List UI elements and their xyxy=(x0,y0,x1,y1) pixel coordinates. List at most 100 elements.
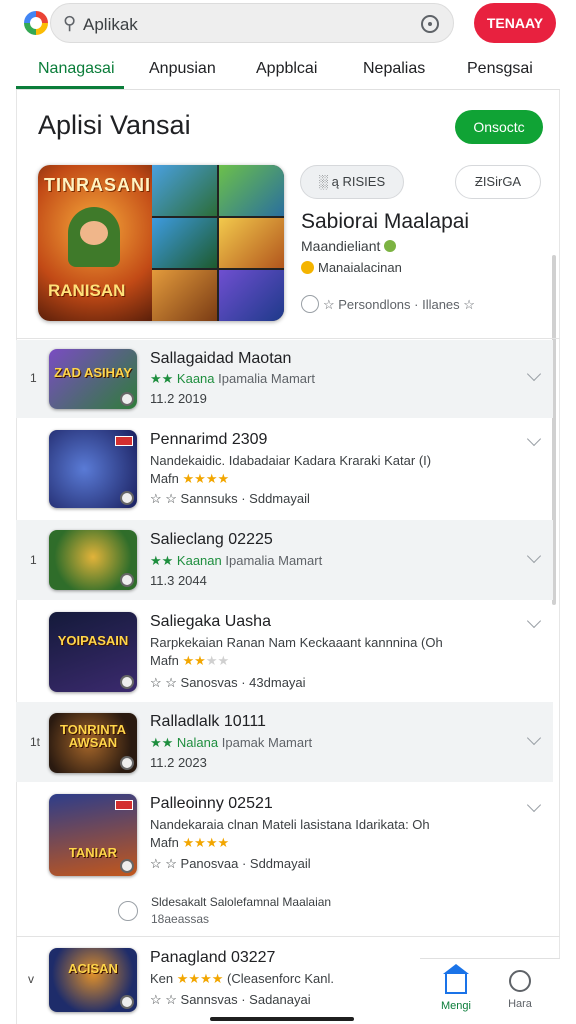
home-indicator[interactable] xyxy=(210,1017,354,1021)
install-button[interactable]: TENAAY xyxy=(474,3,556,43)
star-rating-icon: ★★★★ xyxy=(182,471,230,486)
badge-icon xyxy=(120,392,134,406)
featured-app-subtitle: Maandieliant xyxy=(301,238,397,254)
filter-chip-isirga[interactable]: ƵISirGA xyxy=(455,165,541,199)
chevron-down-icon[interactable] xyxy=(526,366,542,382)
tab-0[interactable]: Nanagasai xyxy=(38,60,115,78)
app-date: 11.2 2023 xyxy=(150,755,207,770)
app-thumbnail: ACISAN xyxy=(49,948,137,1012)
rank-number: v xyxy=(28,972,34,986)
featured-developer-text: Manaialacinan xyxy=(318,260,402,275)
app-title: Panagland 03227 xyxy=(150,949,276,966)
list-item[interactable]: 1 Salieclang 02225 ★★ Kaanan Ipamalia Ma… xyxy=(16,520,553,600)
app-stars: Mafn ★★★★ xyxy=(150,653,229,669)
screenshot-tile xyxy=(219,217,284,269)
app-meta: ☆ ☆ Sanosvas · 43dmayai xyxy=(150,675,306,690)
badge-icon xyxy=(120,675,134,689)
featured-developer: Manaialacinan xyxy=(301,260,402,275)
app-thumbnail: TONRINTA AWSAN xyxy=(49,713,137,773)
list-item[interactable]: TANIAR Palleoinny 02521 Nandekaraia clna… xyxy=(16,784,553,884)
rating-badge: ★★ Nalana xyxy=(150,735,219,750)
app-category: Ipamalia Mamart xyxy=(225,553,323,568)
app-title: Ralladlalk 10111 xyxy=(150,713,266,730)
list-item[interactable]: 1t TONRINTA AWSAN Ralladlalk 10111 ★★ Na… xyxy=(16,702,553,782)
app-stars: Ken ★★★★ (Cleasenforc Kanl. xyxy=(150,971,334,987)
tab-1[interactable]: Anpusian xyxy=(149,60,216,78)
app-date: 11.3 2044 xyxy=(150,573,207,588)
chevron-down-icon[interactable] xyxy=(526,431,542,447)
rating-badge: ★★ Kaana xyxy=(150,371,215,386)
featured-meta-text: ☆ Persondlons · Illanes ☆ xyxy=(323,297,475,312)
primary-action-button[interactable]: Onsoctc xyxy=(455,110,543,144)
app-category: (Cleasenforc Kanl. xyxy=(227,971,334,986)
screenshot-tile xyxy=(152,217,217,269)
select-radio[interactable] xyxy=(118,901,138,921)
rank-number: 1 xyxy=(30,371,37,385)
app-title: Saliegaka Uasha xyxy=(150,613,271,630)
screenshot-grid xyxy=(152,165,284,321)
page-title: Aplisi Vansai xyxy=(38,110,191,140)
app-category: Ipamak Mamart xyxy=(221,735,313,750)
flag-icon xyxy=(115,436,133,446)
star-rating-icon: ★★★★ xyxy=(176,971,224,986)
featured-banner-image[interactable]: TINRASANI RANISAN xyxy=(38,165,284,321)
badge-icon xyxy=(120,756,134,770)
filter-chip-risies[interactable]: ░ ą RISIES xyxy=(300,165,404,199)
badge-icon xyxy=(120,491,134,505)
google-logo-icon[interactable] xyxy=(24,11,48,35)
nav-other[interactable]: Hara xyxy=(490,968,550,1010)
thumbnail-art-text: ZAD ASIHAY xyxy=(54,364,132,380)
nav-home-label: Mengi xyxy=(441,1000,471,1012)
hero-character-illustration xyxy=(68,207,120,267)
circle-icon xyxy=(509,970,531,992)
thumbnail-art-text: ACISAN xyxy=(68,961,118,977)
tab-2[interactable]: Appblcai xyxy=(256,60,317,78)
featured-art-subtitle: RANISAN xyxy=(48,281,126,300)
app-thumbnail: TANIAR xyxy=(49,794,137,876)
stars-label: Mafn xyxy=(150,471,179,486)
top-bar: ⚲ Aplikak TENAAY xyxy=(0,0,576,48)
stars-label: Mafn xyxy=(150,653,179,668)
tab-3[interactable]: Nepalias xyxy=(363,60,425,78)
app-short-label: Ken xyxy=(150,971,174,986)
featured-app-title[interactable]: Sabiorai Maalapai xyxy=(301,210,469,234)
chevron-down-icon[interactable] xyxy=(526,613,542,629)
app-title: Salieclang 02225 xyxy=(150,531,273,548)
rating-badge: ★★ Kaanan xyxy=(150,553,222,568)
app-meta: ☆ ☆ Panosvaa · Sddmayail xyxy=(150,856,311,871)
screenshot-tile xyxy=(219,165,284,216)
load-more-subtitle: 18aeassas xyxy=(151,912,210,926)
app-meta: ☆ ☆ Sannsvas · Sadanayai xyxy=(150,992,311,1007)
app-title: Palleoinny 02521 xyxy=(150,795,273,812)
load-more-row[interactable]: Sldesakalt Salolefamnal Maalaian 18aeass… xyxy=(16,886,553,934)
badge-icon xyxy=(120,573,134,587)
search-input[interactable]: ⚲ Aplikak xyxy=(50,3,454,43)
featured-meta: ☆ Persondlons · Illanes ☆ xyxy=(301,295,475,313)
star-rating-icon: ★★★★ xyxy=(182,835,230,850)
emoji-icon xyxy=(301,261,314,274)
badge-icon xyxy=(120,995,134,1009)
chevron-down-icon[interactable] xyxy=(526,730,542,746)
screenshot-tile xyxy=(152,165,217,216)
select-radio[interactable] xyxy=(301,295,319,313)
list-item[interactable]: 1 ZAD ASIHAY Sallagaidad Maotan ★★ Kaana… xyxy=(16,340,553,418)
nav-home[interactable]: Mengi xyxy=(426,964,486,1012)
star-rating-icon: ★★★★ xyxy=(182,653,230,668)
tab-4[interactable]: Pensgsai xyxy=(467,60,533,78)
list-item[interactable]: Pennarimd 2309 Nandekaidic. Idabadaiar K… xyxy=(16,420,553,518)
chevron-down-icon[interactable] xyxy=(526,548,542,564)
app-date: 11.2 2019 xyxy=(150,391,207,406)
badge-icon xyxy=(120,859,134,873)
voice-search-icon[interactable] xyxy=(421,15,439,33)
divider xyxy=(16,936,560,937)
rank-number: 1t xyxy=(30,735,41,749)
home-icon xyxy=(443,964,469,994)
app-thumbnail: YOIPASAIN xyxy=(49,612,137,692)
featured-art-main: TINRASANI RANISAN xyxy=(38,165,152,321)
featured-subtitle-text: Maandieliant xyxy=(301,238,381,254)
divider xyxy=(16,338,560,339)
list-item[interactable]: YOIPASAIN Saliegaka Uasha Rarpkekaian Ra… xyxy=(16,602,553,700)
thumbnail-art-text: TANIAR xyxy=(68,845,118,861)
chevron-down-icon[interactable] xyxy=(526,797,542,813)
category-tabs: Nanagasai Anpusian Appblcai Nepalias Pen… xyxy=(16,48,560,90)
